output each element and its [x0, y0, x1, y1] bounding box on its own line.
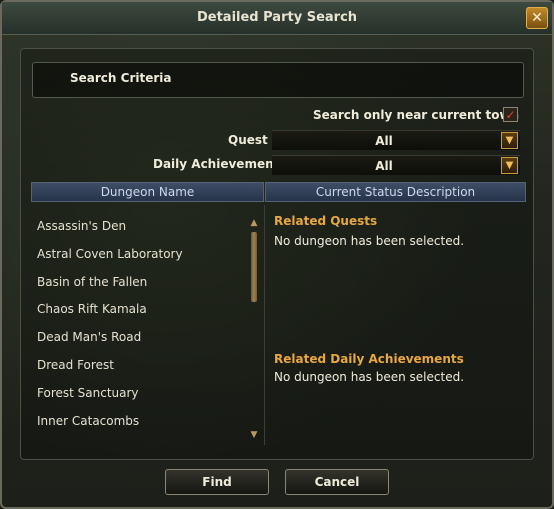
scroll-down-icon[interactable]: ▼ [248, 430, 260, 440]
quest-label: Quest [228, 133, 268, 147]
list-item[interactable]: Forest Sanctuary [30, 379, 250, 407]
related-quests-title: Related Quests [274, 214, 378, 228]
chevron-down-icon[interactable]: ▼ [501, 157, 518, 174]
near-town-checkbox[interactable]: ✓ [503, 107, 518, 122]
quest-select-value: All [375, 134, 393, 148]
find-button[interactable]: Find [165, 469, 269, 495]
column-header-status: Current Status Description [265, 182, 526, 202]
list-item[interactable]: Astral Coven Laboratory [30, 240, 250, 268]
title-bar[interactable]: Detailed Party Search ✕ [2, 2, 552, 35]
list-item[interactable]: Assassin's Den [30, 212, 250, 240]
window-title: Detailed Party Search [196, 10, 358, 25]
near-town-label: Search only near current town [313, 108, 520, 122]
list-item[interactable]: Inner Catacombs [30, 407, 250, 435]
dungeon-list-scrollbar[interactable]: ▲ ▼ [248, 218, 260, 440]
list-item[interactable]: Dead Man's Road [30, 323, 250, 351]
daily-achievement-label: Daily Achievement [153, 157, 280, 171]
list-item[interactable]: Basin of the Fallen [30, 268, 250, 296]
column-divider [264, 205, 265, 445]
column-header-dungeon: Dungeon Name [31, 182, 264, 202]
dungeon-list: Assassin's Den Astral Coven Laboratory B… [30, 212, 250, 434]
scroll-thumb[interactable] [251, 232, 257, 302]
daily-achievement-select[interactable]: All ▼ [272, 155, 520, 175]
quest-select[interactable]: All ▼ [272, 130, 520, 150]
list-item[interactable]: Chaos Rift Kamala [30, 295, 250, 323]
scroll-up-icon[interactable]: ▲ [248, 218, 260, 228]
search-criteria-label: Search Criteria [70, 71, 172, 85]
checkmark-icon: ✓ [505, 108, 516, 122]
related-quests-text: No dungeon has been selected. [274, 234, 465, 248]
close-icon[interactable]: ✕ [526, 7, 548, 29]
list-item[interactable]: Dread Forest [30, 351, 250, 379]
cancel-button[interactable]: Cancel [285, 469, 389, 495]
related-daily-title: Related Daily Achievements [274, 352, 464, 366]
daily-select-value: All [375, 159, 393, 173]
chevron-down-icon[interactable]: ▼ [501, 132, 518, 149]
related-daily-text: No dungeon has been selected. [274, 370, 465, 384]
